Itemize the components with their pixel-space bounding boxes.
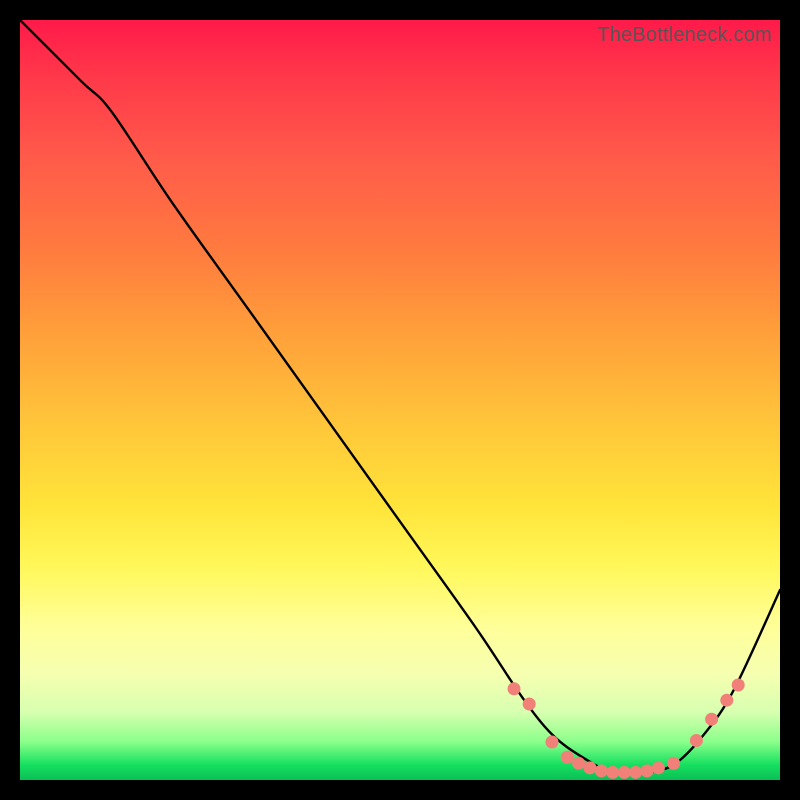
marker-dot (508, 682, 521, 695)
marker-dot (720, 694, 733, 707)
marker-dot (652, 761, 665, 774)
marker-dot (732, 679, 745, 692)
marker-dot (667, 757, 680, 770)
chart-frame: TheBottleneck.com (0, 0, 800, 800)
chart-plot-area: TheBottleneck.com (20, 20, 780, 780)
chart-svg (20, 20, 780, 780)
marker-dot (629, 766, 642, 779)
marker-dot (523, 698, 536, 711)
marker-dot (561, 751, 574, 764)
marker-dot (584, 761, 597, 774)
marker-dot (641, 764, 654, 777)
marker-dot (572, 757, 585, 770)
marker-dot (595, 764, 608, 777)
marker-dot (618, 766, 631, 779)
marker-dot (606, 766, 619, 779)
curve-line (20, 20, 780, 774)
marker-dot (705, 713, 718, 726)
marker-dot (690, 734, 703, 747)
marker-dot (546, 736, 559, 749)
